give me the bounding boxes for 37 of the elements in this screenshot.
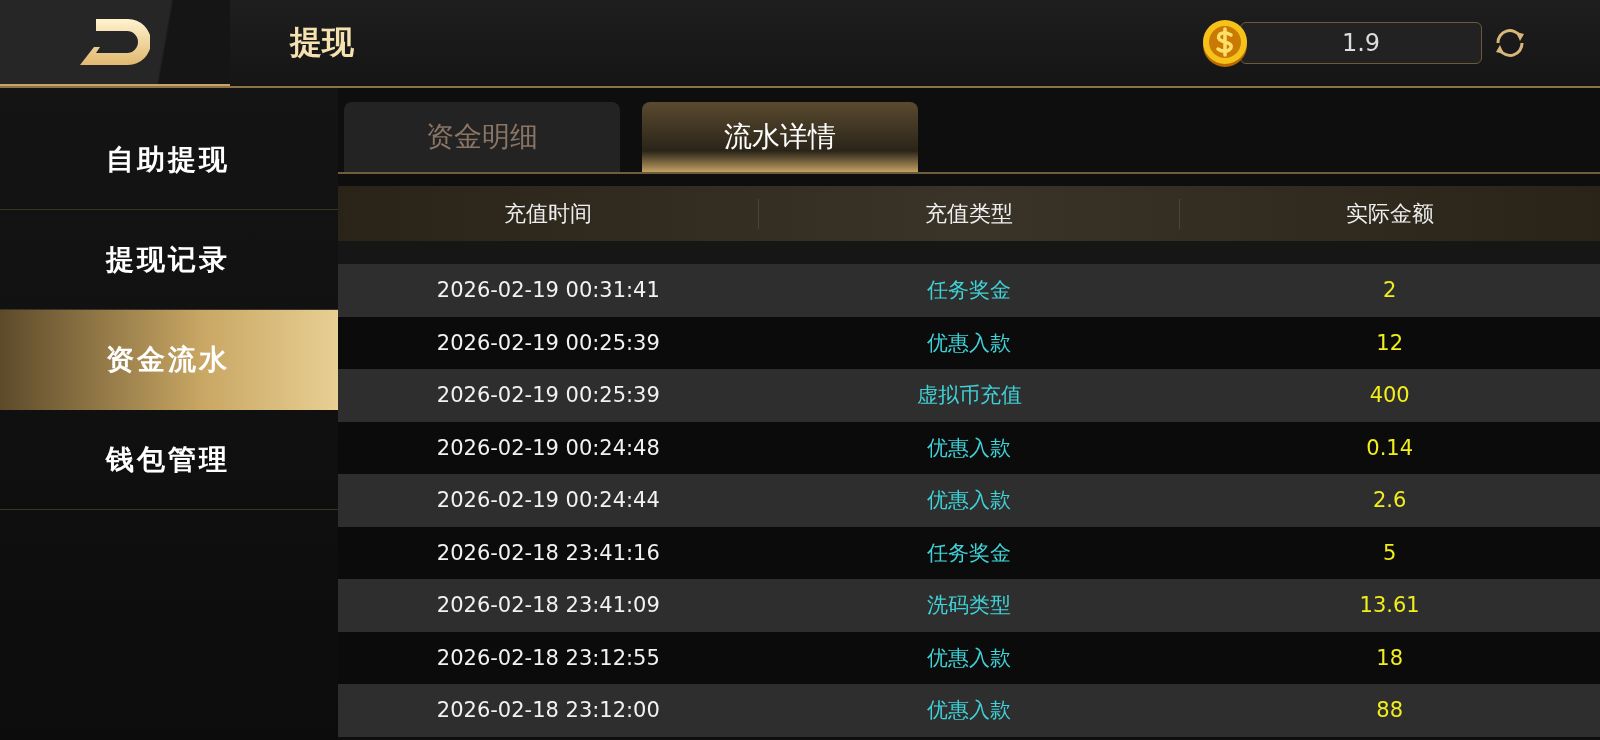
table-cell: 5 — [1383, 540, 1397, 565]
table-cell: 13.61 — [1359, 593, 1420, 618]
table-cell: 优惠入款 — [927, 435, 1011, 460]
table-cell: 12 — [1376, 330, 1404, 355]
page-title: 提现 — [290, 22, 354, 63]
tab[interactable]: 流水详情 — [642, 102, 918, 172]
table-cell: 2.6 — [1372, 488, 1407, 513]
table-cell: 优惠入款 — [927, 488, 1011, 513]
table-cell: 88 — [1376, 698, 1404, 723]
table-cell: 2026-02-18 23:41:16 — [436, 540, 660, 565]
table-cell: 2026-02-18 23:12:00 — [436, 698, 660, 723]
table-cell: 优惠入款 — [927, 645, 1011, 670]
table-cell: 2026-02-18 23:41:09 — [436, 593, 660, 618]
table-cell: 2026-02-19 00:25:39 — [436, 383, 660, 408]
table-cell: 2026-02-19 00:25:39 — [436, 330, 660, 355]
column-header: 充值时间 — [504, 200, 592, 226]
table-cell: 优惠入款 — [927, 698, 1011, 723]
table-cell: 2026-02-18 23:12:55 — [436, 645, 660, 670]
table-cell: 任务奖金 — [927, 278, 1011, 303]
back-icon — [80, 19, 150, 65]
balance-value: 1.9 — [1240, 22, 1482, 64]
table-cell: 2026-02-19 00:24:48 — [436, 435, 660, 460]
coin-icon — [1200, 18, 1250, 68]
table-cell: 18 — [1376, 645, 1404, 670]
table-cell: 洗码类型 — [927, 593, 1011, 618]
table-cell: 2026-02-19 00:24:44 — [436, 488, 660, 513]
table-cell: 虚拟币充值 — [916, 383, 1022, 408]
tab[interactable]: 资金明细 — [344, 102, 620, 172]
column-header: 实际金额 — [1346, 200, 1434, 226]
column-header: 充值类型 — [925, 200, 1013, 226]
table-cell: 0.14 — [1366, 435, 1414, 460]
table-cell: 优惠入款 — [927, 330, 1011, 355]
table-cell: 任务奖金 — [927, 540, 1011, 565]
table-cell: 2 — [1383, 278, 1397, 303]
table-cell: 400 — [1369, 383, 1410, 408]
back-button[interactable] — [0, 0, 230, 86]
table-cell: 2026-02-19 00:31:41 — [436, 278, 660, 303]
